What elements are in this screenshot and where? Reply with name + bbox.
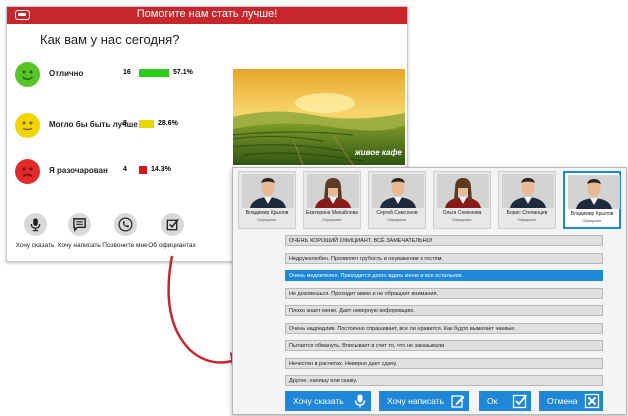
waiter-photo [568, 175, 620, 209]
sad-face-icon[interactable] [15, 159, 40, 184]
feedback-option[interactable]: Очень медлителен. Приходится долго ждать… [285, 270, 603, 281]
checkbox-icon[interactable] [160, 213, 184, 236]
rating-count: 4 [123, 166, 127, 173]
speak-button[interactable]: Хочу сказать [285, 391, 371, 411]
waiter-role: Официант [387, 217, 407, 222]
survey-question: Как вам у нас сегодня? [40, 32, 180, 47]
rating-label: Отлично [49, 69, 84, 78]
feedback-option[interactable]: Другое, напишу или скажу. [285, 375, 603, 386]
survey-header: Помогите нам стать лучше! [7, 7, 407, 24]
waiter-name: Екатерина Михайлова [306, 210, 358, 216]
waiter-card[interactable]: Владимир Крылов Официант [563, 171, 621, 229]
microphone-icon[interactable] [23, 213, 47, 236]
rating-bar [139, 166, 147, 174]
waiter-photo [242, 174, 294, 208]
waiter-card[interactable]: Екатерина Михайлова Официант [303, 171, 361, 229]
write-button[interactable]: Хочу написать [379, 391, 469, 411]
waiter-name: Владимир Крылов [245, 210, 289, 216]
waiter-photo [502, 174, 554, 208]
check-icon [512, 394, 528, 409]
feedback-option[interactable]: Не дозовешься. Проходит мимо и не обраща… [285, 288, 603, 299]
waiter-role: Официант [257, 217, 277, 222]
close-icon [584, 393, 600, 409]
cancel-button[interactable]: Отмена [539, 391, 603, 411]
waiter-role: Официант [517, 217, 537, 222]
waiter-name: Борис Степанцев [506, 210, 548, 216]
waiter-name: Владимир Крылов [570, 211, 614, 217]
ok-button-label: Ок [487, 396, 498, 406]
feedback-option[interactable]: Нечестен в расчетах. Неверно дает сдачу. [285, 358, 603, 369]
survey-header-title: Помогите нам стать лучше! [136, 8, 278, 20]
rating-percent: 14.3% [151, 166, 171, 173]
feedback-option[interactable]: Пытается обмануть. Вписывает в счет то, … [285, 340, 603, 351]
waiter-photo [372, 174, 424, 208]
happy-face-icon[interactable] [15, 62, 40, 87]
message-icon[interactable] [67, 213, 91, 236]
waiter-role: Официант [322, 217, 342, 222]
waiter-card[interactable]: Сергей Самсонов Официант [368, 171, 426, 229]
rating-percent: 28.6% [158, 120, 178, 127]
edit-icon [451, 395, 465, 408]
rating-bar [139, 120, 154, 128]
waiter-card[interactable]: Борис Степанцев Официант [498, 171, 556, 229]
action-waiters-label[interactable]: Об официантах [142, 242, 202, 249]
tea-plantation-photo: живое кафе [233, 69, 405, 165]
feedback-option[interactable]: Недружелюбен. Проявляет грубость и неува… [285, 253, 603, 264]
waiter-role: Официант [452, 217, 472, 222]
waiter-card[interactable]: Владимир Крылов Официант [238, 171, 296, 229]
phone-icon[interactable] [113, 213, 137, 236]
rating-bar [139, 69, 169, 77]
rating-label: Я разочарован [49, 166, 108, 175]
ok-button[interactable]: Ок [479, 391, 531, 411]
feedback-option[interactable]: ОЧЕНЬ ХОРОШИЙ ОФИЦИАНТ. ВСЁ ЗАМЕЧАТЕЛЬНО… [285, 235, 603, 246]
rating-count: 8 [123, 120, 127, 127]
neutral-face-icon[interactable] [15, 113, 40, 138]
waiter-name: Ольга Семенова [442, 210, 482, 216]
waiter-name: Сергей Самсонов [376, 210, 418, 216]
microphone-icon [354, 394, 366, 408]
rating-percent: 57.1% [173, 69, 193, 76]
waiter-card[interactable]: Ольга Семенова Официант [433, 171, 491, 229]
waiter-role: Официант [582, 218, 602, 223]
action-waiters[interactable]: Об официантах [142, 213, 202, 249]
waiter-photo [437, 174, 489, 208]
cancel-button-label: Отмена [547, 396, 578, 406]
speak-button-label: Хочу сказать [293, 396, 344, 406]
waiter-feedback-dialog: Владимир Крылов Официант Екатерина Михайло… [232, 167, 627, 415]
rating-count: 16 [123, 69, 131, 76]
brand-logo: живое кафе [354, 148, 402, 157]
feedback-option[interactable]: Плохо знает меню. Дает неверную информац… [285, 305, 603, 316]
feedback-option[interactable]: Очень надоедлив. Постоянно спрашивает, в… [285, 323, 603, 334]
waiter-photo [307, 174, 359, 208]
write-button-label: Хочу написать [387, 396, 445, 406]
